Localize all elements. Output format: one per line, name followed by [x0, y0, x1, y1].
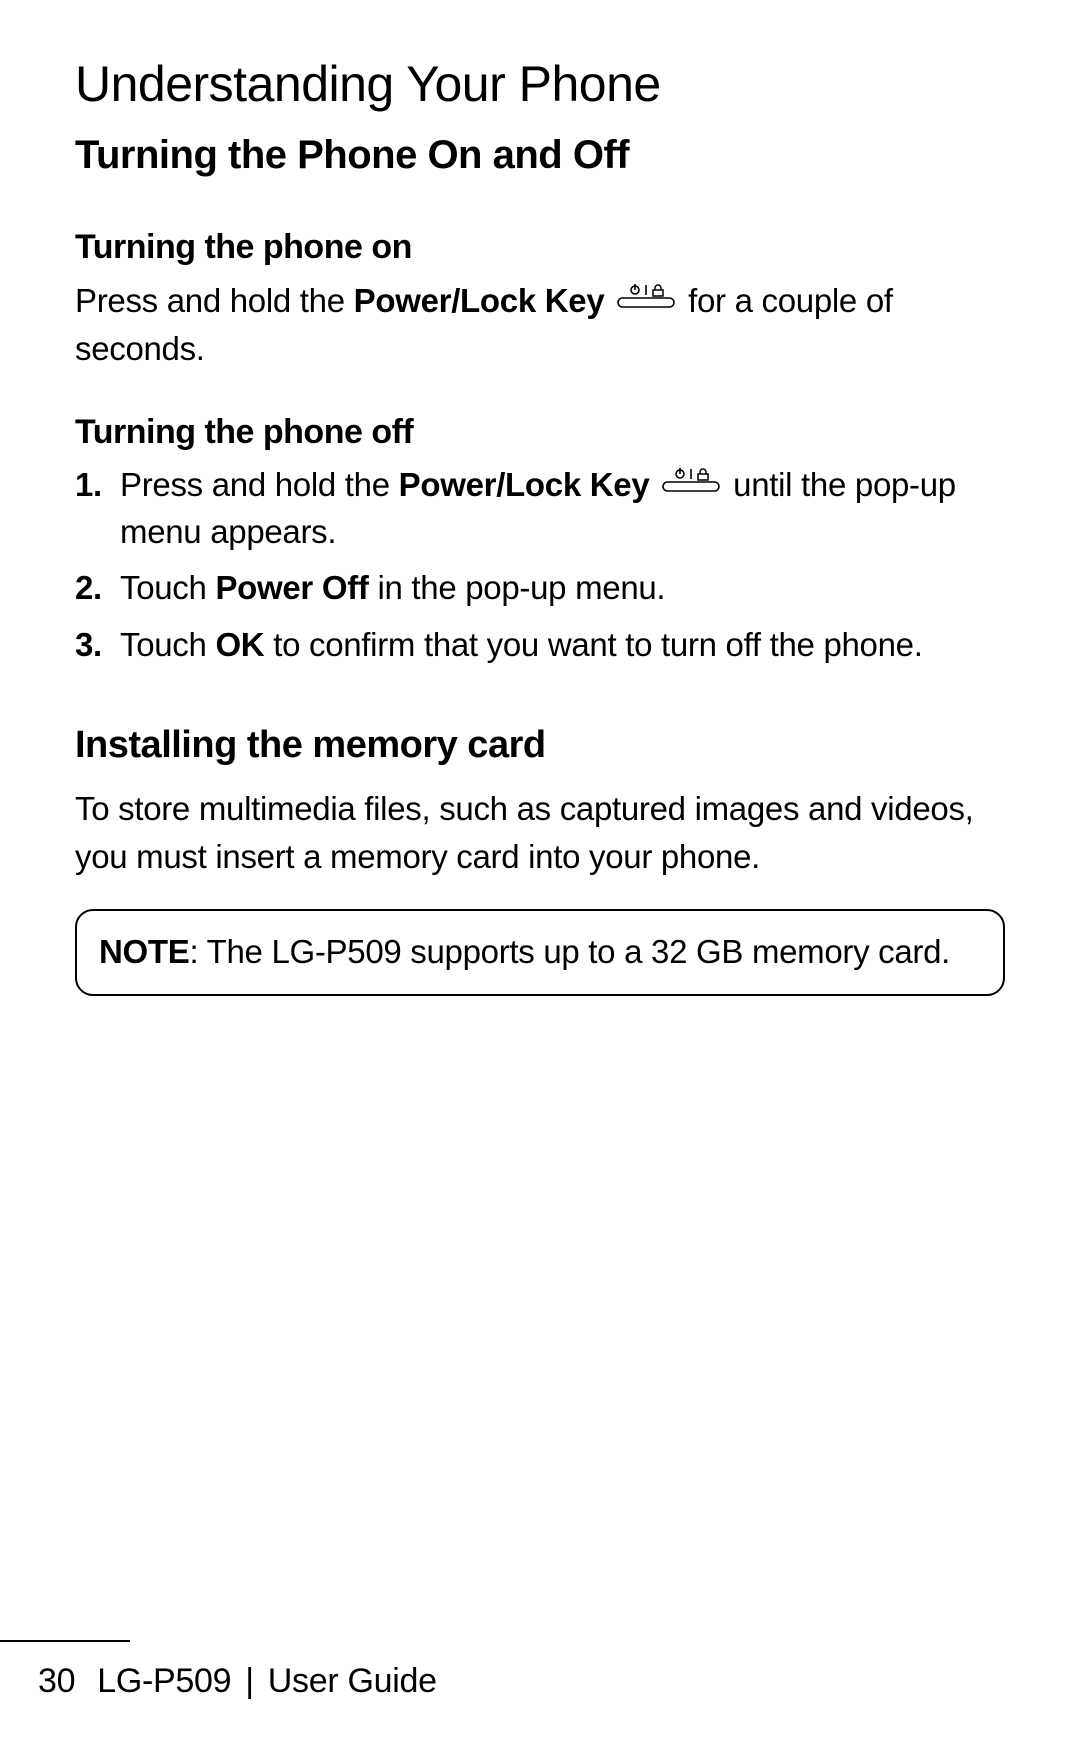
list-number: 3. [75, 622, 102, 669]
list-item: 1. Press and hold the Power/Lock Key unt… [75, 462, 1005, 556]
subsection-heading: Turning the phone off [75, 413, 1005, 452]
footer-separator: | [245, 1662, 254, 1701]
note-box: NOTE: The LG-P509 supports up to a 32 GB… [75, 909, 1005, 996]
text-fragment: Press and hold the [75, 282, 354, 319]
power-lock-key-icon [662, 468, 720, 494]
text-fragment: Touch [120, 569, 215, 606]
paragraph: Press and hold the Power/Lock Key for a … [75, 277, 1005, 373]
footer-model: LG-P509 [97, 1662, 231, 1701]
menu-option: OK [215, 626, 264, 663]
subsection-heading: Turning the phone on [75, 228, 1005, 267]
note-text: : The LG-P509 supports up to a 32 GB mem… [189, 933, 950, 970]
list-item: 2. Touch Power Off in the pop-up menu. [75, 565, 1005, 612]
section-turning-off: Turning the phone off 1. Press and hold … [75, 413, 1005, 669]
page-footer: 30 LG-P509 | User Guide [0, 1662, 1080, 1701]
note-label: NOTE [99, 933, 189, 970]
power-lock-key-icon [617, 284, 675, 310]
list-item: 3. Touch OK to confirm that you want to … [75, 622, 1005, 669]
key-name: Power/Lock Key [399, 466, 650, 503]
page-title: Understanding Your Phone [75, 55, 1005, 113]
text-fragment: Touch [120, 626, 215, 663]
section-turning-on: Turning the phone on Press and hold the … [75, 228, 1005, 373]
text-fragment: Press and hold the [120, 466, 399, 503]
ordered-list: 1. Press and hold the Power/Lock Key unt… [75, 462, 1005, 669]
footer-title: User Guide [268, 1662, 437, 1701]
paragraph: To store multimedia files, such as captu… [75, 785, 1005, 881]
section-heading: Turning the Phone On and Off [75, 133, 1005, 178]
list-number: 2. [75, 565, 102, 612]
list-number: 1. [75, 462, 102, 509]
subsection-heading: Installing the memory card [75, 724, 1005, 767]
menu-option: Power Off [215, 569, 368, 606]
key-name: Power/Lock Key [354, 282, 605, 319]
text-fragment: to confirm that you want to turn off the… [264, 626, 922, 663]
page-number: 30 [38, 1662, 75, 1701]
footer-rule [0, 1640, 130, 1642]
section-memory-card: Installing the memory card To store mult… [75, 724, 1005, 996]
text-fragment: in the pop-up menu. [369, 569, 666, 606]
